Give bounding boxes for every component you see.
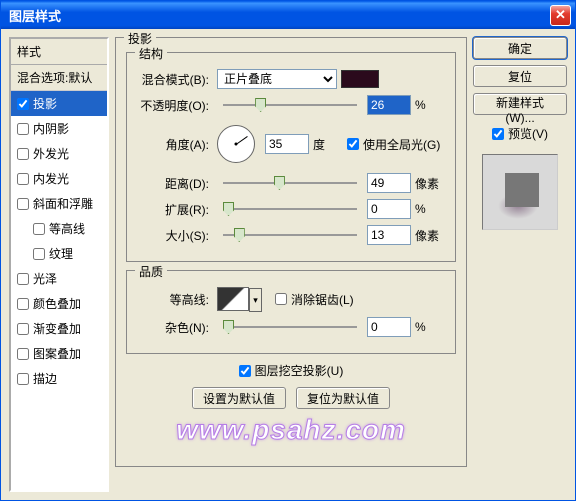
opacity-input[interactable] <box>367 95 411 115</box>
size-label: 大小(S): <box>137 227 213 244</box>
style-label: 等高线 <box>49 220 85 237</box>
style-checkbox[interactable] <box>33 223 45 235</box>
styles-panel: 样式 混合选项:默认 投影内阴影外发光内发光斜面和浮雕等高线纹理光泽颜色叠加渐变… <box>9 37 109 492</box>
cancel-button[interactable]: 复位 <box>473 65 567 87</box>
noise-input[interactable] <box>367 317 411 337</box>
knockout-checkbox[interactable]: 图层挖空投影(U) <box>239 362 344 379</box>
style-checkbox[interactable] <box>17 298 29 310</box>
new-style-button[interactable]: 新建样式(W)... <box>473 93 567 115</box>
style-checkbox[interactable] <box>17 273 29 285</box>
style-label: 内阴影 <box>33 120 69 137</box>
style-item-9[interactable]: 渐变叠加 <box>11 316 107 341</box>
set-default-button[interactable]: 设置为默认值 <box>192 387 286 409</box>
spread-slider[interactable] <box>223 201 357 217</box>
style-checkbox[interactable] <box>33 248 45 260</box>
style-item-1[interactable]: 内阴影 <box>11 116 107 141</box>
noise-unit: % <box>415 320 445 334</box>
size-slider[interactable] <box>223 227 357 243</box>
quality-group: 品质 等高线: ▾ 消除锯齿(L) 杂色(N): <box>126 270 456 354</box>
quality-legend: 品质 <box>135 263 167 280</box>
style-item-11[interactable]: 描边 <box>11 366 107 391</box>
size-input[interactable] <box>367 225 411 245</box>
style-label: 描边 <box>33 370 57 387</box>
noise-label: 杂色(N): <box>137 319 213 336</box>
window-title: 图层样式 <box>5 6 61 25</box>
ok-button[interactable]: 确定 <box>473 37 567 59</box>
close-button[interactable]: ✕ <box>550 5 571 26</box>
reset-default-button[interactable]: 复位为默认值 <box>296 387 390 409</box>
style-label: 外发光 <box>33 145 69 162</box>
style-checkbox[interactable] <box>17 373 29 385</box>
angle-dial[interactable] <box>217 125 255 163</box>
drop-shadow-group: 投影 结构 混合模式(B): 正片叠底 不透明度(O): % <box>115 37 467 467</box>
style-checkbox[interactable] <box>17 348 29 360</box>
noise-slider[interactable] <box>223 319 357 335</box>
style-label: 内发光 <box>33 170 69 187</box>
style-checkbox[interactable] <box>17 173 29 185</box>
blend-mode-select[interactable]: 正片叠底 <box>217 69 337 89</box>
titlebar: 图层样式 ✕ <box>1 1 575 29</box>
size-unit: 像素 <box>415 227 445 244</box>
preview-thumbnail <box>482 154 558 230</box>
spread-input[interactable] <box>367 199 411 219</box>
style-checkbox[interactable] <box>17 123 29 135</box>
style-item-3[interactable]: 内发光 <box>11 166 107 191</box>
blending-options-item[interactable]: 混合选项:默认 <box>11 65 107 91</box>
contour-label: 等高线: <box>137 291 213 308</box>
style-label: 颜色叠加 <box>33 295 81 312</box>
distance-slider[interactable] <box>223 175 357 191</box>
shadow-color-swatch[interactable] <box>341 70 379 88</box>
style-label: 光泽 <box>33 270 57 287</box>
style-checkbox[interactable] <box>17 148 29 160</box>
style-label: 图案叠加 <box>33 345 81 362</box>
settings-panel: 投影 结构 混合模式(B): 正片叠底 不透明度(O): % <box>115 37 467 492</box>
style-label: 渐变叠加 <box>33 320 81 337</box>
preview-checkbox[interactable]: 预览(V) <box>473 125 567 142</box>
style-checkbox[interactable] <box>17 98 29 110</box>
styles-list: 混合选项:默认 投影内阴影外发光内发光斜面和浮雕等高线纹理光泽颜色叠加渐变叠加图… <box>11 65 107 490</box>
style-label: 投影 <box>33 95 57 112</box>
angle-unit: 度 <box>313 136 343 153</box>
contour-picker[interactable]: ▾ <box>217 287 249 311</box>
structure-legend: 结构 <box>135 45 167 62</box>
opacity-slider[interactable] <box>223 97 357 113</box>
style-item-4[interactable]: 斜面和浮雕 <box>11 191 107 216</box>
style-item-0[interactable]: 投影 <box>11 91 107 116</box>
action-buttons: 确定 复位 新建样式(W)... 预览(V) <box>473 37 567 492</box>
style-checkbox[interactable] <box>17 323 29 335</box>
style-item-5[interactable]: 等高线 <box>11 216 107 241</box>
style-label: 纹理 <box>49 245 73 262</box>
opacity-unit: % <box>415 98 445 112</box>
style-item-8[interactable]: 颜色叠加 <box>11 291 107 316</box>
blend-mode-label: 混合模式(B): <box>137 71 213 88</box>
anti-alias-checkbox[interactable]: 消除锯齿(L) <box>275 291 354 308</box>
layer-style-dialog: 图层样式 ✕ 样式 混合选项:默认 投影内阴影外发光内发光斜面和浮雕等高线纹理光… <box>0 0 576 501</box>
style-label: 斜面和浮雕 <box>33 195 93 212</box>
styles-header: 样式 <box>11 39 107 65</box>
global-light-checkbox[interactable]: 使用全局光(G) <box>347 136 440 153</box>
angle-label: 角度(A): <box>137 136 213 153</box>
distance-label: 距离(D): <box>137 175 213 192</box>
chevron-down-icon: ▾ <box>253 295 258 306</box>
distance-input[interactable] <box>367 173 411 193</box>
style-item-10[interactable]: 图案叠加 <box>11 341 107 366</box>
distance-unit: 像素 <box>415 175 445 192</box>
spread-label: 扩展(R): <box>137 201 213 218</box>
angle-input[interactable] <box>265 134 309 154</box>
opacity-label: 不透明度(O): <box>137 97 213 114</box>
structure-group: 结构 混合模式(B): 正片叠底 不透明度(O): % <box>126 52 456 262</box>
style-item-6[interactable]: 纹理 <box>11 241 107 266</box>
style-checkbox[interactable] <box>17 198 29 210</box>
spread-unit: % <box>415 202 445 216</box>
style-item-2[interactable]: 外发光 <box>11 141 107 166</box>
style-item-7[interactable]: 光泽 <box>11 266 107 291</box>
